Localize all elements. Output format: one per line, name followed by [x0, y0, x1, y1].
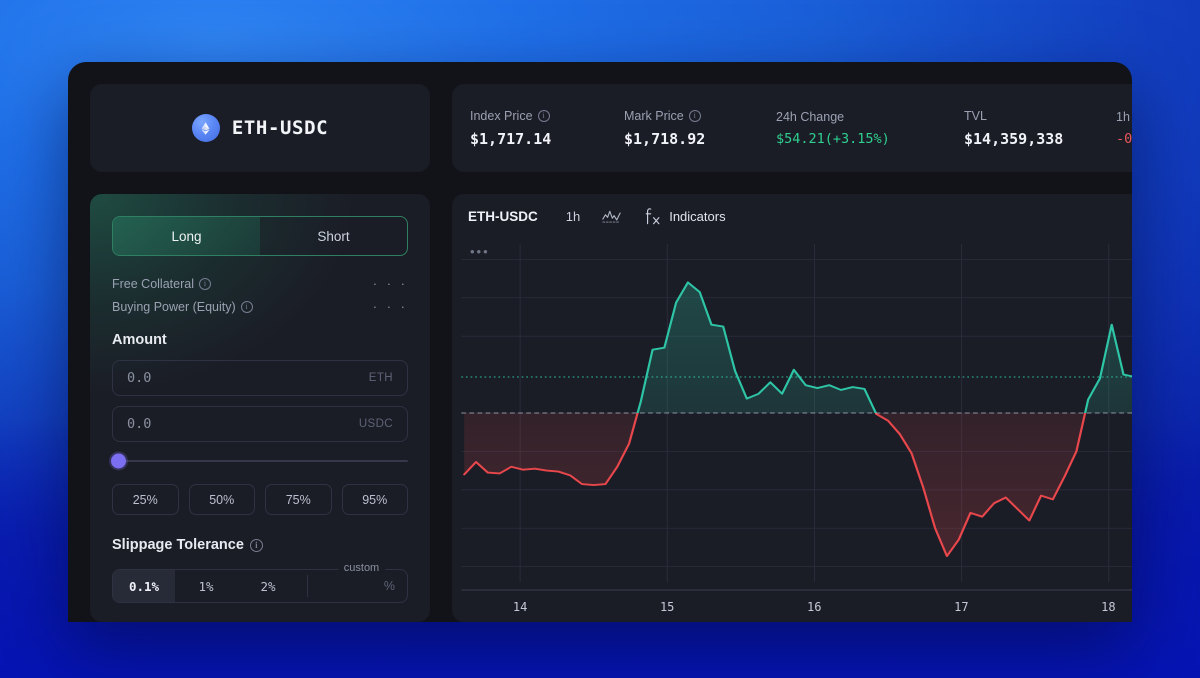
- pair-card[interactable]: ETH-USDC: [90, 84, 430, 172]
- chart-loading-dots: •••: [470, 244, 490, 259]
- stat-value: $1,717.14: [470, 129, 552, 148]
- long-tab[interactable]: Long: [113, 217, 260, 255]
- chart-interval-button[interactable]: 1h: [566, 209, 580, 224]
- stat-label-text: TVL: [964, 108, 987, 123]
- slippage-options: 0.1% 1% 2% custom %: [112, 562, 408, 603]
- stat-label-text: Index Price: [470, 108, 533, 123]
- info-icon[interactable]: i: [688, 109, 701, 122]
- chart-symbol[interactable]: ETH-USDC: [468, 209, 538, 224]
- amount-input-usdc-value: 0.0: [127, 416, 152, 432]
- amount-input-eth-value: 0.0: [127, 370, 152, 386]
- amount-slider-knob[interactable]: [111, 453, 126, 469]
- x-axis-tick: 16: [807, 600, 822, 614]
- chart-toolbar: ETH-USDC 1h Indicators: [452, 194, 1132, 238]
- chart-body[interactable]: ••• 14 15 16 17 18: [452, 238, 1132, 622]
- stat-label: 1h Funding Rate i: [1116, 110, 1132, 124]
- line-chart-icon[interactable]: [602, 209, 621, 224]
- x-axis-tick: 15: [659, 600, 675, 614]
- stat-label: 24h Change: [776, 110, 928, 124]
- stat-value: $14,359,338: [964, 129, 1064, 148]
- percent-buttons: 25% 50% 75% 95%: [112, 484, 408, 515]
- buying-power-label-text: Buying Power (Equity): [112, 299, 236, 314]
- chart-panel: ETH-USDC 1h Indicators ••• 14 15 16 17 1…: [452, 194, 1132, 622]
- market-stats-bar: Index Price i $1,717.14 Mark Price i $1,…: [452, 84, 1132, 172]
- stat-label: Mark Price i: [624, 109, 740, 123]
- info-icon[interactable]: i: [198, 277, 211, 290]
- x-axis-tick: 17: [954, 600, 969, 614]
- slippage-custom-suffix: %: [383, 579, 395, 593]
- stat-funding-rate: 1h Funding Rate i -0.0060%: [1116, 110, 1132, 147]
- x-axis-tick: 14: [512, 600, 528, 614]
- stat-index-price: Index Price i $1,717.14: [470, 109, 588, 148]
- info-icon[interactable]: i: [240, 300, 253, 313]
- slippage-option-1[interactable]: 1%: [175, 570, 237, 602]
- buying-power-label: Buying Power (Equity) i: [112, 300, 253, 314]
- free-collateral-value: · · ·: [372, 276, 408, 291]
- free-collateral-row: Free Collateral i · · ·: [112, 276, 408, 291]
- side-toggle: Long Short: [112, 216, 408, 256]
- slippage-option-0-1[interactable]: 0.1%: [113, 570, 175, 602]
- stat-label: TVL: [964, 109, 1080, 123]
- indicators-button[interactable]: Indicators: [669, 209, 725, 224]
- info-icon[interactable]: i: [249, 538, 263, 552]
- x-axis-tick: 18: [1101, 600, 1116, 614]
- fx-icon[interactable]: [645, 207, 661, 226]
- percent-button-50[interactable]: 50%: [188, 484, 255, 515]
- percent-button-25[interactable]: 25%: [112, 484, 179, 515]
- stat-24h-change: 24h Change $54.21(+3.15%): [776, 110, 928, 147]
- slippage-divider: [307, 575, 308, 597]
- slippage-custom-input[interactable]: custom %: [316, 562, 407, 602]
- free-collateral-label: Free Collateral i: [112, 277, 211, 291]
- short-tab[interactable]: Short: [260, 217, 407, 255]
- ethereum-icon: [191, 114, 220, 142]
- buying-power-row: Buying Power (Equity) i · · ·: [112, 299, 408, 314]
- stat-value: -0.0060%: [1116, 130, 1132, 147]
- price-chart[interactable]: [452, 238, 1132, 622]
- free-collateral-label-text: Free Collateral: [112, 276, 194, 291]
- buying-power-value: · · ·: [372, 299, 408, 314]
- amount-title: Amount: [112, 332, 167, 348]
- stat-label-text: 1h Funding Rate: [1116, 109, 1132, 124]
- percent-button-95[interactable]: 95%: [341, 484, 408, 515]
- stat-tvl: TVL $14,359,338: [964, 109, 1080, 148]
- stat-mark-price: Mark Price i $1,718.92: [624, 109, 740, 148]
- amount-input-eth-unit: ETH: [368, 372, 393, 384]
- trade-panel: Long Short Free Collateral i · · · Buyin…: [90, 194, 430, 622]
- app-window: ETH-USDC Index Price i $1,717.14 Mark Pr…: [68, 62, 1132, 622]
- pair-title: ETH-USDC: [231, 117, 329, 139]
- stat-label-text: Mark Price: [624, 108, 684, 123]
- slippage-tolerance-label: Slippage Tolerance i: [112, 537, 408, 553]
- slippage-tolerance-label-text: Slippage Tolerance: [112, 537, 244, 553]
- slippage-custom-tag: custom: [337, 562, 386, 574]
- percent-button-75[interactable]: 75%: [265, 484, 332, 515]
- amount-input-usdc-unit: USDC: [358, 418, 393, 430]
- stat-label: Index Price i: [470, 109, 588, 123]
- stat-value: $54.21(+3.15%): [776, 130, 890, 147]
- stat-label-text: 24h Change: [776, 109, 845, 124]
- amount-slider[interactable]: [111, 452, 408, 470]
- stat-value: $1,718.92: [624, 129, 706, 148]
- amount-slider-track[interactable]: [111, 453, 408, 469]
- info-icon[interactable]: i: [537, 109, 550, 122]
- amount-input-eth[interactable]: 0.0 ETH: [112, 360, 408, 396]
- slippage-option-2[interactable]: 2%: [237, 570, 299, 602]
- amount-input-usdc[interactable]: 0.0 USDC: [112, 406, 408, 442]
